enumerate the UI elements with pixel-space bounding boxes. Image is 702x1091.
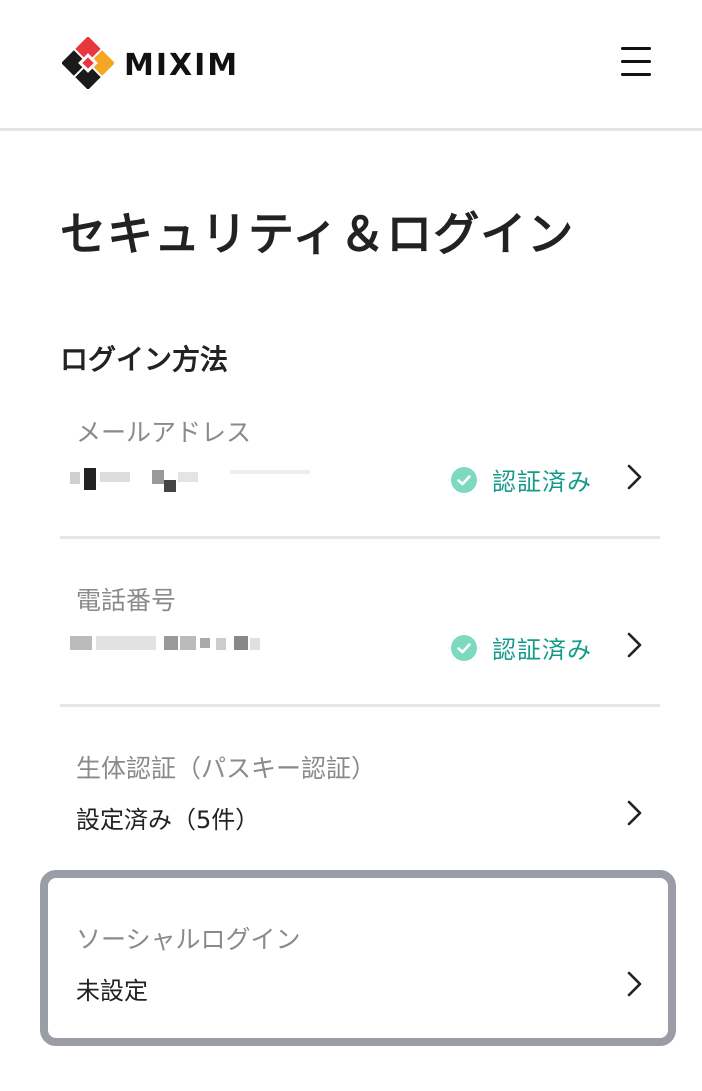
app-header: MIXIM (0, 0, 702, 131)
check-circle-icon (450, 634, 478, 662)
login-method-email-row[interactable]: メールアドレス *********** 認証済み (60, 398, 660, 539)
page-title: セキュリティ＆ログイン (60, 207, 575, 261)
social-login-label: ソーシャルログイン (76, 925, 301, 954)
chevron-right-icon (626, 798, 644, 828)
chevron-right-icon (626, 462, 644, 492)
hamburger-menu-icon[interactable] (618, 44, 658, 80)
email-label: メールアドレス (76, 418, 252, 447)
brand-logo[interactable]: MIXIM (61, 36, 240, 93)
login-method-passkey-row[interactable]: 生体認証（パスキー認証） 設定済み（5件） (60, 734, 660, 854)
brand-name: MIXIM (124, 47, 240, 83)
check-circle-icon (450, 466, 478, 494)
section-title-login-methods: ログイン方法 (60, 343, 229, 376)
verified-status-text: 認証済み (492, 468, 592, 496)
chevron-right-icon (626, 969, 644, 999)
chevron-right-icon (626, 630, 644, 660)
social-login-value: 未設定 (76, 977, 148, 1005)
phone-status: 認証済み (450, 630, 592, 665)
phone-value-masked: ***-****-**** (70, 632, 320, 660)
login-method-phone-row[interactable]: 電話番号 ***-****-**** 認証済み (60, 566, 660, 707)
passkey-value: 設定済み（5件） (76, 806, 260, 834)
verified-status-text: 認証済み (492, 636, 592, 664)
mixim-logo-icon (61, 36, 115, 93)
passkey-label: 生体認証（パスキー認証） (76, 754, 377, 783)
email-value-masked: *********** (70, 466, 320, 494)
email-status: 認証済み (450, 462, 592, 497)
phone-label: 電話番号 (76, 586, 177, 615)
login-method-social-row[interactable]: ソーシャルログイン 未設定 (40, 870, 676, 1046)
